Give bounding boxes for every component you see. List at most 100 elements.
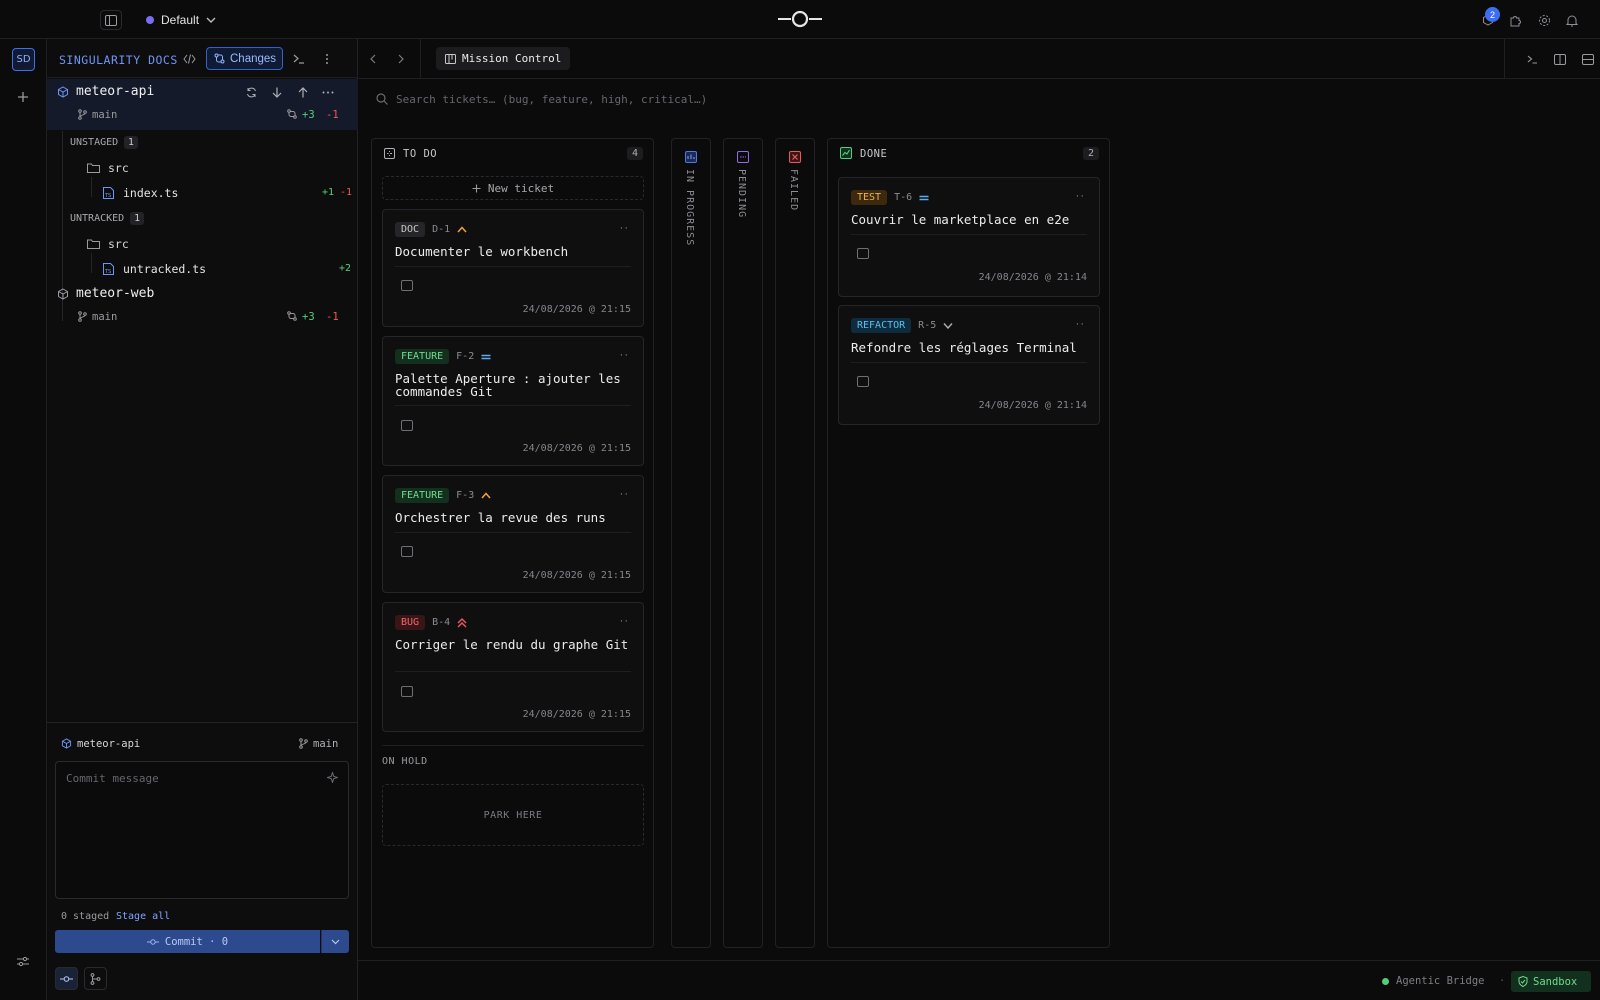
terminal-button[interactable]: [290, 50, 308, 68]
unstaged-header[interactable]: UNSTAGED 1: [70, 136, 138, 149]
add-workspace-button[interactable]: [13, 87, 33, 107]
repo-item-meteor-web[interactable]: meteor-web main +3 -1: [47, 283, 358, 331]
ticket-card[interactable]: DOC D-1 ·· Documenter le workbench 24/08…: [382, 209, 644, 327]
tab-label: Mission Control: [462, 52, 562, 65]
ticket-card[interactable]: REFACTOR R-5 ·· Refondre les réglages Te…: [838, 305, 1100, 425]
sandbox-badge[interactable]: Sandbox: [1511, 971, 1591, 992]
staged-text: 0 staged: [61, 911, 110, 922]
sidebar-icon: [105, 14, 117, 26]
card-more-button[interactable]: ··: [1076, 190, 1085, 202]
column-failed[interactable]: FAILED: [775, 138, 815, 948]
ticket-id: D-1: [432, 224, 451, 235]
repo-item-meteor-api[interactable]: meteor-api main +3 -1: [47, 79, 358, 130]
chevron-left-icon: [370, 54, 376, 64]
terminal-icon[interactable]: [401, 686, 413, 697]
file-item-index[interactable]: TS index.ts +1 -1 M: [103, 184, 368, 202]
card-more-button[interactable]: ··: [1076, 318, 1085, 330]
ticket-card[interactable]: TEST T-6 ·· Couvrir le marketplace en e2…: [838, 177, 1100, 297]
stage-all-link[interactable]: Stage all: [116, 911, 170, 922]
card-more-button[interactable]: ··: [620, 349, 629, 361]
git-diff-icon: [287, 311, 297, 321]
sandbox-label: Sandbox: [1533, 975, 1578, 988]
notifications-app-button[interactable]: 2: [1479, 7, 1500, 29]
untracked-label: UNTRACKED: [70, 213, 125, 224]
file-name: index.ts: [123, 186, 179, 200]
card-header: FEATURE F-2: [395, 349, 491, 364]
tab-divider: [420, 39, 421, 79]
folder-icon: [87, 239, 100, 249]
ticket-search[interactable]: Search tickets… (bug, feature, high, cri…: [358, 79, 1600, 119]
terminal-icon[interactable]: [401, 546, 413, 557]
sync-button[interactable]: [243, 84, 259, 100]
branch-tree-toggle[interactable]: [84, 967, 107, 990]
terminal-panel-button[interactable]: [1523, 50, 1541, 68]
ticket-type-badge: FEATURE: [395, 488, 450, 503]
column-count: 4: [626, 147, 643, 160]
more-vertical-icon: [326, 54, 328, 64]
git-branch-icon: [78, 311, 87, 322]
code-view-button[interactable]: [180, 50, 198, 68]
on-hold-label: ON HOLD: [382, 756, 428, 767]
terminal-icon[interactable]: [401, 280, 413, 291]
svg-text:TS: TS: [104, 269, 111, 275]
layout-button[interactable]: [1579, 50, 1597, 68]
commit-graph-toggle[interactable]: [55, 967, 78, 990]
sparkle-icon[interactable]: [327, 772, 338, 783]
repo-branch: main: [92, 311, 118, 323]
settings-button[interactable]: [1535, 11, 1553, 29]
commit-branch: main: [313, 738, 339, 750]
column-title: PENDING: [736, 169, 747, 219]
terminal-icon[interactable]: [401, 420, 413, 431]
commit-options-button[interactable]: [321, 930, 349, 953]
workspace-selector[interactable]: Default: [146, 11, 216, 29]
split-view-button[interactable]: [1551, 50, 1569, 68]
new-ticket-button[interactable]: New ticket: [382, 176, 644, 200]
ticket-title: Palette Aperture : ajouter les commandes…: [395, 371, 621, 399]
notifications-badge: 2: [1485, 7, 1500, 22]
bell-button[interactable]: [1563, 11, 1581, 29]
preferences-button[interactable]: [14, 952, 32, 970]
failed-icon: [789, 151, 801, 163]
bridge-label[interactable]: Agentic Bridge: [1396, 975, 1485, 987]
push-button[interactable]: [295, 84, 311, 100]
park-here-dropzone[interactable]: PARK HERE: [382, 784, 644, 846]
code-icon: [182, 54, 196, 64]
ticket-card[interactable]: FEATURE F-2 ·· Palette Aperture : ajoute…: [382, 336, 644, 466]
terminal-icon[interactable]: [857, 376, 869, 387]
card-header: REFACTOR R-5: [851, 318, 953, 333]
plus-icon: [472, 184, 481, 192]
forward-button[interactable]: [392, 50, 410, 68]
new-ticket-label: New ticket: [487, 181, 555, 195]
repo-more-button[interactable]: [320, 84, 336, 100]
extensions-button[interactable]: [1506, 11, 1524, 29]
folder-item-src-untracked[interactable]: src: [87, 237, 129, 251]
folder-icon: [87, 163, 100, 173]
terminal-icon[interactable]: [857, 248, 869, 259]
ticket-date: 24/08/2026 @ 21:14: [978, 400, 1087, 411]
ticket-card[interactable]: BUG B-4 ·· Corriger le rendu du graphe G…: [382, 602, 644, 732]
commit-button[interactable]: Commit · 0: [55, 930, 320, 953]
ticket-card[interactable]: FEATURE F-3 ·· Orchestrer la revue des r…: [382, 475, 644, 593]
card-divider: [851, 362, 1087, 363]
folder-item-src[interactable]: src: [87, 161, 129, 175]
commit-message-input[interactable]: Commit message: [55, 761, 349, 899]
workspace-avatar[interactable]: SD: [12, 48, 35, 71]
card-more-button[interactable]: ··: [620, 488, 629, 500]
file-item-untracked[interactable]: TS untracked.ts +2 U: [103, 260, 368, 278]
untracked-header[interactable]: UNTRACKED 1: [70, 212, 144, 225]
column-pending[interactable]: PENDING: [723, 138, 763, 948]
card-more-button[interactable]: ··: [620, 222, 629, 234]
ticket-date: 24/08/2026 @ 21:15: [522, 570, 631, 581]
card-header: TEST T-6: [851, 190, 929, 205]
panel-more-button[interactable]: [318, 50, 336, 68]
search-input[interactable]: Search tickets… (bug, feature, high, cri…: [396, 93, 707, 106]
ticket-date: 24/08/2026 @ 21:15: [522, 443, 631, 454]
tab-mission-control[interactable]: Mission Control: [436, 47, 570, 70]
toggle-sidebar-button[interactable]: [100, 10, 122, 30]
card-more-button[interactable]: ··: [620, 615, 629, 627]
changes-tab[interactable]: Changes: [206, 47, 283, 70]
column-in-progress[interactable]: IN PROGRESS: [671, 138, 711, 948]
card-divider: [395, 671, 631, 672]
pull-button[interactable]: [269, 84, 285, 100]
back-button[interactable]: [364, 50, 382, 68]
